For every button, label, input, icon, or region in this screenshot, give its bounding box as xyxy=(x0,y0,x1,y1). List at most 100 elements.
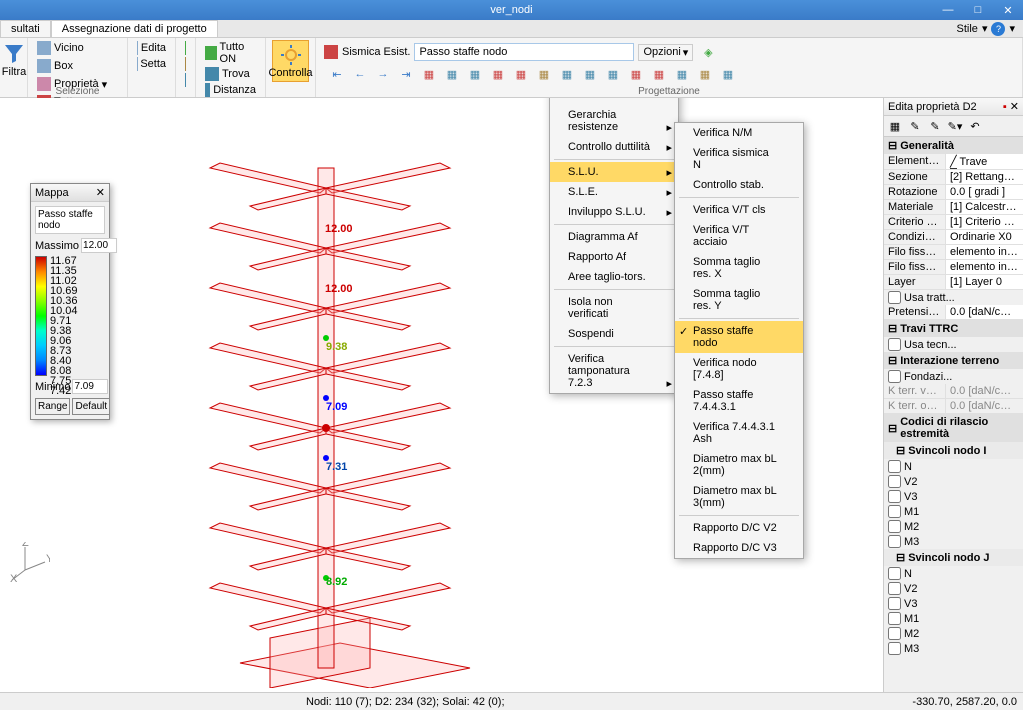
col-h-button[interactable]: ▦ xyxy=(579,64,601,84)
tb-btn-1[interactable]: ▦ xyxy=(886,118,904,134)
tb-btn-3[interactable]: ✎ xyxy=(926,118,944,134)
section-travittrc[interactable]: ⊟ Travi TTRC xyxy=(884,320,1023,337)
globe-button[interactable] xyxy=(182,40,189,56)
menu-rdc2[interactable]: Rapporto D/C V2 xyxy=(675,518,803,538)
prop-materiale[interactable]: [1] Calcestruz... xyxy=(946,200,1023,214)
search-input[interactable] xyxy=(414,43,634,61)
close-icon[interactable]: ✕ xyxy=(1010,101,1019,113)
section-interazione[interactable]: ⊟ Interazione terreno xyxy=(884,352,1023,369)
prop-filo2[interactable]: elemento in asse xyxy=(946,260,1023,274)
menu-slu[interactable]: S.L.U. xyxy=(550,162,678,182)
check-usatecn[interactable] xyxy=(888,338,901,351)
box-button[interactable]: Box xyxy=(34,58,76,74)
prop-layer[interactable]: [1] Layer 0 xyxy=(946,275,1023,289)
menu-inviluppo[interactable]: Inviluppo S.L.U. xyxy=(550,202,678,222)
pin-icon[interactable]: ▪ xyxy=(1003,101,1007,113)
arrow-left-all-button[interactable]: ⇤ xyxy=(326,64,348,84)
menu-diam2[interactable]: Diametro max bL 2(mm) xyxy=(675,449,803,481)
help-icon[interactable]: ? xyxy=(991,22,1005,36)
menu-stab[interactable]: Controllo stab. xyxy=(675,175,803,195)
close-button[interactable]: ✕ xyxy=(993,0,1023,20)
menu-passo[interactable]: Passo staffe nodo xyxy=(675,321,803,353)
check-usatratt[interactable] xyxy=(888,291,901,304)
arrow-left-button[interactable]: ← xyxy=(349,64,371,84)
default-button[interactable]: Default xyxy=(72,398,110,415)
menu-vtacc[interactable]: Verifica V/T acciaio xyxy=(675,220,803,252)
col-j-button[interactable]: ▦ xyxy=(625,64,647,84)
prop-filo1[interactable]: elemento in asse xyxy=(946,245,1023,259)
menu-sismica-n[interactable]: Verifica sismica N xyxy=(675,143,803,175)
col-l-button[interactable]: ▦ xyxy=(671,64,693,84)
arrow-right-all-button[interactable]: ⇥ xyxy=(395,64,417,84)
menu-isola[interactable]: Isola non verificati xyxy=(550,292,678,324)
col-d-button[interactable]: ▦ xyxy=(487,64,509,84)
col-k-button[interactable]: ▦ xyxy=(648,64,670,84)
tab-assegnazione[interactable]: Assegnazione dati di progetto xyxy=(51,20,218,37)
menu-sle[interactable]: S.L.E. xyxy=(550,182,678,202)
tb-btn-undo[interactable]: ↶ xyxy=(966,118,984,134)
menu-nodo748[interactable]: Verifica nodo [7.4.8] xyxy=(675,353,803,385)
section-codici[interactable]: ⊟ Codici di rilascio estremità xyxy=(884,414,1023,442)
check-m2-j[interactable] xyxy=(888,627,901,640)
menu-sommax[interactable]: Somma taglio res. X xyxy=(675,252,803,284)
grid2-button[interactable] xyxy=(182,72,189,88)
trova-button[interactable]: Trova xyxy=(202,66,259,82)
menu-diam3[interactable]: Diametro max bL 3(mm) xyxy=(675,481,803,513)
maximize-button[interactable]: □ xyxy=(963,0,993,20)
distanza-button[interactable]: Distanza xyxy=(202,82,259,98)
layers-button[interactable]: ◈ xyxy=(697,42,719,62)
menu-nm[interactable]: Verifica N/M xyxy=(675,123,803,143)
menu-sospendi[interactable]: Sospendi xyxy=(550,324,678,344)
filtra-button[interactable]: Filtra xyxy=(6,40,22,80)
col-b-button[interactable]: ▦ xyxy=(441,64,463,84)
check-m3-i[interactable] xyxy=(888,535,901,548)
check-n-i[interactable] xyxy=(888,460,901,473)
menu-tamponatura[interactable]: Verifica tamponatura 7.2.3 xyxy=(550,349,678,393)
menu-rdc3[interactable]: Rapporto D/C V3 xyxy=(675,538,803,558)
menu-aree[interactable]: Aree taglio-tors. xyxy=(550,267,678,287)
minimize-button[interactable]: — xyxy=(933,0,963,20)
menu-sommay[interactable]: Somma taglio res. Y xyxy=(675,284,803,316)
col-n-button[interactable]: ▦ xyxy=(717,64,739,84)
menu-controllo[interactable]: Controllo duttilità xyxy=(550,137,678,157)
menu-gerarchia[interactable]: Gerarchia resistenze xyxy=(550,105,678,137)
col-m-button[interactable]: ▦ xyxy=(694,64,716,84)
check-v2-j[interactable] xyxy=(888,582,901,595)
col-i-button[interactable]: ▦ xyxy=(602,64,624,84)
edita-button[interactable]: Edita xyxy=(134,40,169,56)
menu-diagramma[interactable]: Diagramma Af xyxy=(550,227,678,247)
col-f-button[interactable]: ▦ xyxy=(533,64,555,84)
section-svincoloj[interactable]: ⊟ Svincoli nodo J xyxy=(884,549,1023,566)
tb-btn-2[interactable]: ✎ xyxy=(906,118,924,134)
close-icon[interactable]: ✕ xyxy=(96,186,105,199)
check-v2-i[interactable] xyxy=(888,475,901,488)
menu-vtcls[interactable]: Verifica V/T cls xyxy=(675,200,803,220)
prop-criterio[interactable]: [1] Criterio di p... xyxy=(946,215,1023,229)
vicino-button[interactable]: Vicino xyxy=(34,40,87,56)
check-v3-j[interactable] xyxy=(888,597,901,610)
viewport-3d[interactable]: 12.00 12.00 9.38 7.09 7.31 8.92 Z Y X Ma… xyxy=(0,98,883,692)
col-g-button[interactable]: ▦ xyxy=(556,64,578,84)
check-m3-j[interactable] xyxy=(888,642,901,655)
menu-rapporto[interactable]: Rapporto Af xyxy=(550,247,678,267)
opzioni-button[interactable]: Opzioni ▾ xyxy=(638,44,693,61)
prop-pretensione[interactable]: 0.0 [daN/cm2 ] xyxy=(946,305,1023,319)
tb-btn-4[interactable]: ✎▾ xyxy=(946,118,964,134)
menu-passo7443[interactable]: Passo staffe 7.4.4.3.1 xyxy=(675,385,803,417)
check-v3-i[interactable] xyxy=(888,490,901,503)
axis-widget[interactable]: Z Y X xyxy=(10,542,50,582)
menu-stato[interactable]: Stato progetto SLU xyxy=(550,98,678,105)
tuttoon-button[interactable]: Tutto ON xyxy=(202,40,259,66)
check-m1-j[interactable] xyxy=(888,612,901,625)
range-button[interactable]: Range xyxy=(35,398,70,415)
col-c-button[interactable]: ▦ xyxy=(464,64,486,84)
section-generalita[interactable]: ⊟ Generalità xyxy=(884,137,1023,154)
prop-sezione[interactable]: [2] Rettangolar... xyxy=(946,170,1023,184)
col-e-button[interactable]: ▦ xyxy=(510,64,532,84)
prop-rotazione[interactable]: 0.0 [ gradi ] xyxy=(946,185,1023,199)
prop-elemento[interactable]: ╱ Trave xyxy=(946,154,1023,169)
setta-button[interactable]: Setta xyxy=(134,56,169,72)
massimo-input[interactable] xyxy=(81,238,117,253)
prop-condizioni[interactable]: Ordinarie X0 xyxy=(946,230,1023,244)
col-a-button[interactable]: ▦ xyxy=(418,64,440,84)
